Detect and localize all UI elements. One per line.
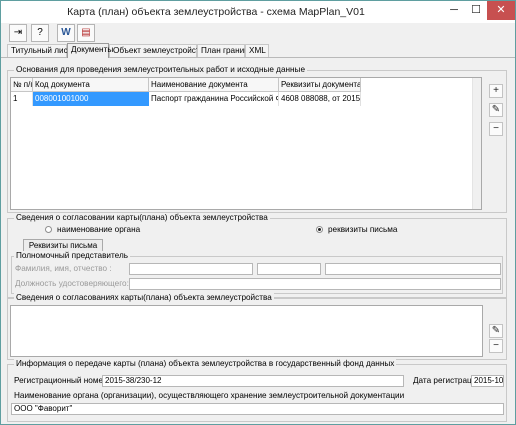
reg-number-label: Регистрационный номер (14, 376, 108, 385)
edit-approval-button[interactable]: ✎ (489, 324, 503, 338)
basis-table-scrollbar[interactable] (472, 78, 481, 209)
reg-date-field[interactable]: 2015-10-10 (471, 375, 504, 387)
pdf-icon: ▤ (81, 27, 91, 38)
transfer-group: Информация о передаче карты (плана) объе… (7, 359, 507, 422)
pencil-icon: ✎ (491, 325, 501, 336)
minimize-button[interactable]: ─ (443, 1, 465, 20)
table-cell-num[interactable]: 1 (11, 92, 33, 106)
toolbar: ⇥ ? W ▤ (1, 23, 515, 43)
basis-group-title: Основания для проведения землеустроитель… (14, 65, 307, 74)
remove-document-button[interactable]: − (489, 122, 503, 136)
radio-org-name-label[interactable]: наименование органа (57, 225, 140, 234)
column-header-details[interactable]: Реквизиты документа (279, 78, 361, 92)
tab-land-object[interactable]: Объект землеустройства (109, 44, 208, 57)
column-header-num[interactable]: № п/п (11, 78, 33, 92)
close-button[interactable]: ✕ (487, 1, 515, 20)
radio-letter-details[interactable] (316, 226, 323, 233)
approvals-list-title: Сведения о согласованиях карты(плана) об… (14, 293, 274, 302)
tab-boundary-plan[interactable]: План границ (197, 44, 249, 57)
radio-org-name[interactable] (45, 226, 52, 233)
edit-document-button[interactable]: ✎ (489, 103, 503, 117)
word-icon: W (61, 27, 71, 38)
table-cell-code[interactable]: 008001001000 (33, 92, 149, 106)
pencil-icon: ✎ (491, 104, 501, 115)
representative-group: Полномочный представитель Фамилия, имя, … (11, 251, 503, 294)
position-label: Должность удостоверяющего: (15, 279, 129, 288)
app-window: Карта (план) объекта землеустройства - с… (0, 0, 516, 425)
table-cell-name[interactable]: Паспорт гражданина Российской Федерации (149, 92, 279, 106)
last-name-field[interactable] (129, 263, 253, 275)
tab-title-page[interactable]: Титульный лист (7, 44, 71, 57)
tab-documents[interactable]: Документы (67, 43, 113, 58)
exit-button[interactable]: ⇥ (9, 24, 27, 42)
approvals-list-area[interactable] (10, 305, 483, 357)
exit-icon: ⇥ (13, 27, 23, 38)
column-header-name[interactable]: Наименование документа (149, 78, 279, 92)
fio-label: Фамилия, имя, отчество : (15, 264, 112, 273)
transfer-group-title: Информация о передаче карты (плана) объе… (14, 359, 397, 368)
approval-group-title: Сведения о согласовании карты(плана) объ… (14, 213, 270, 222)
export-word-button[interactable]: W (57, 24, 75, 42)
window-title: Карта (план) объекта землеустройства - с… (67, 6, 365, 18)
representative-group-title: Полномочный представитель (14, 251, 130, 260)
column-header-code[interactable]: Код документа (33, 78, 149, 92)
help-icon: ? (37, 27, 43, 38)
patronymic-field[interactable] (325, 263, 501, 275)
add-document-button[interactable]: + (489, 84, 503, 98)
plus-icon: + (493, 85, 499, 96)
first-name-field[interactable] (257, 263, 321, 275)
maximize-button[interactable]: ☐ (465, 1, 487, 20)
basis-documents-group: Основания для проведения землеустроитель… (7, 65, 507, 213)
table-cell-details[interactable]: 4608 088088, от 2015-10-10 (279, 92, 361, 106)
radio-letter-details-label[interactable]: реквизиты письма (328, 225, 397, 234)
documents-panel: Основания для проведения землеустроитель… (1, 58, 515, 424)
approval-group: Сведения о согласовании карты(плана) объ… (7, 213, 507, 298)
storage-org-field[interactable]: ООО "Фаворит" (11, 403, 504, 415)
minus-icon: − (493, 123, 499, 134)
reg-number-field[interactable]: 2015-38/230-12 (102, 375, 404, 387)
position-field[interactable] (129, 278, 501, 290)
storage-org-label: Наименование органа (организации), осуще… (14, 391, 405, 400)
export-pdf-button[interactable]: ▤ (77, 24, 95, 42)
basis-documents-table: № п/п Код документа Наименование докумен… (10, 77, 482, 210)
approvals-list-group: Сведения о согласованиях карты(плана) об… (7, 293, 507, 360)
help-button[interactable]: ? (31, 24, 49, 42)
tab-xml[interactable]: XML (245, 44, 269, 57)
title-bar: Карта (план) объекта землеустройства - с… (1, 1, 515, 24)
minus-icon: − (493, 340, 499, 351)
tab-bar: Титульный лист Документы Объект землеуст… (1, 43, 515, 58)
remove-approval-button[interactable]: − (489, 339, 503, 353)
